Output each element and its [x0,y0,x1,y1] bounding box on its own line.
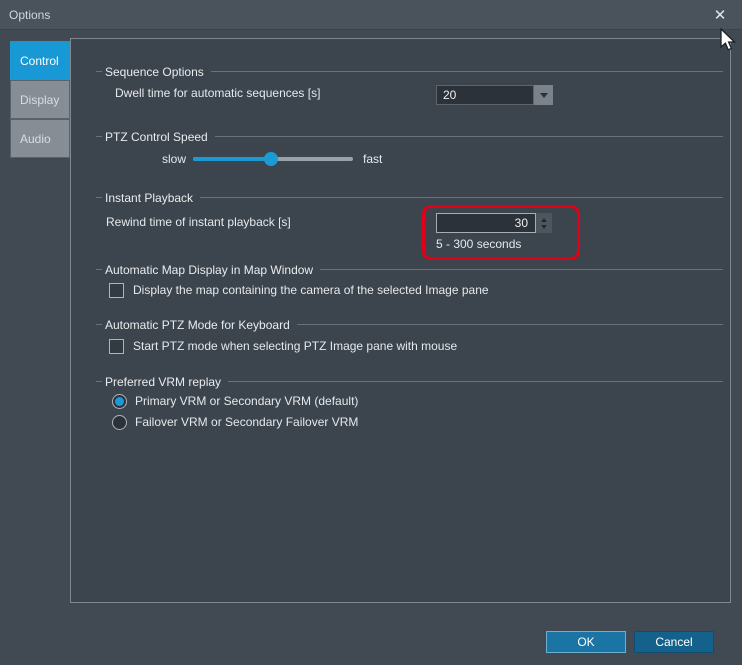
group-sequence-options-title: Sequence Options [105,64,204,79]
tab-display-label: Display [20,92,60,107]
vrm-failover-radio-label: Failover VRM or Secondary Failover VRM [135,415,359,429]
radio-selected-dot [115,397,124,406]
group-line [200,197,723,198]
ptz-speed-slider-thumb[interactable] [264,152,278,166]
slider-max-label: fast [363,152,383,166]
tab-display[interactable]: Display [10,80,70,119]
map-display-checkbox[interactable] [109,283,124,298]
tab-control-label: Control [20,53,59,68]
group-line [228,381,723,382]
rewind-time-input[interactable]: 30 [436,213,536,233]
group-ptz-control-speed-title: PTZ Control Speed [105,129,208,144]
window-title: Options [9,8,51,22]
slider-min-label: slow [161,152,186,166]
rewind-range-hint: 5 - 300 seconds [436,237,522,251]
spinner-down-icon [541,224,547,229]
vrm-primary-radio-label: Primary VRM or Secondary VRM (default) [135,394,359,408]
ok-button[interactable]: OK [546,631,626,653]
group-vrm-replay-title: Preferred VRM replay [105,374,222,389]
group-ptz-keyboard: Automatic PTZ Mode for Keyboard [96,317,723,332]
dwell-time-label: Dwell time for automatic sequences [s] [115,86,321,100]
group-ptz-control-speed: PTZ Control Speed [96,129,723,144]
tab-control[interactable]: Control [10,41,70,80]
ptz-speed-slider-fill [193,157,271,161]
rewind-time-label: Rewind time of instant playback [s] [106,215,291,229]
dwell-time-dropdown-button[interactable] [534,85,553,105]
spinner-up-icon [541,217,547,222]
tab-audio-label: Audio [20,131,51,146]
close-icon[interactable]: ✕ [708,3,732,27]
options-dialog: { "window": { "title": "Options", "close… [0,0,742,665]
dwell-time-combobox[interactable]: 20 [436,85,534,105]
vrm-primary-radio[interactable] [112,394,127,409]
group-instant-playback-title: Instant Playback [105,190,194,205]
group-map-display-title: Automatic Map Display in Map Window [105,262,314,277]
mouse-cursor-icon [720,28,737,51]
cancel-button[interactable]: Cancel [634,631,714,653]
ptz-keyboard-checkbox-label: Start PTZ mode when selecting PTZ Image … [133,339,458,353]
chevron-down-icon [539,92,548,98]
map-display-checkbox-label: Display the map containing the camera of… [133,283,489,297]
group-line [320,269,723,270]
group-line [214,136,723,137]
tab-audio[interactable]: Audio [10,119,70,158]
titlebar: Options ✕ [0,0,742,30]
vrm-failover-radio[interactable] [112,415,127,430]
group-instant-playback: Instant Playback [96,190,723,205]
group-vrm-replay: Preferred VRM replay [96,374,723,389]
group-line [210,71,723,72]
group-ptz-keyboard-title: Automatic PTZ Mode for Keyboard [105,317,290,332]
group-line [296,324,723,325]
rewind-time-spinner[interactable] [536,213,552,233]
group-sequence-options: Sequence Options [96,64,723,79]
group-map-display: Automatic Map Display in Map Window [96,262,723,277]
ptz-keyboard-checkbox[interactable] [109,339,124,354]
